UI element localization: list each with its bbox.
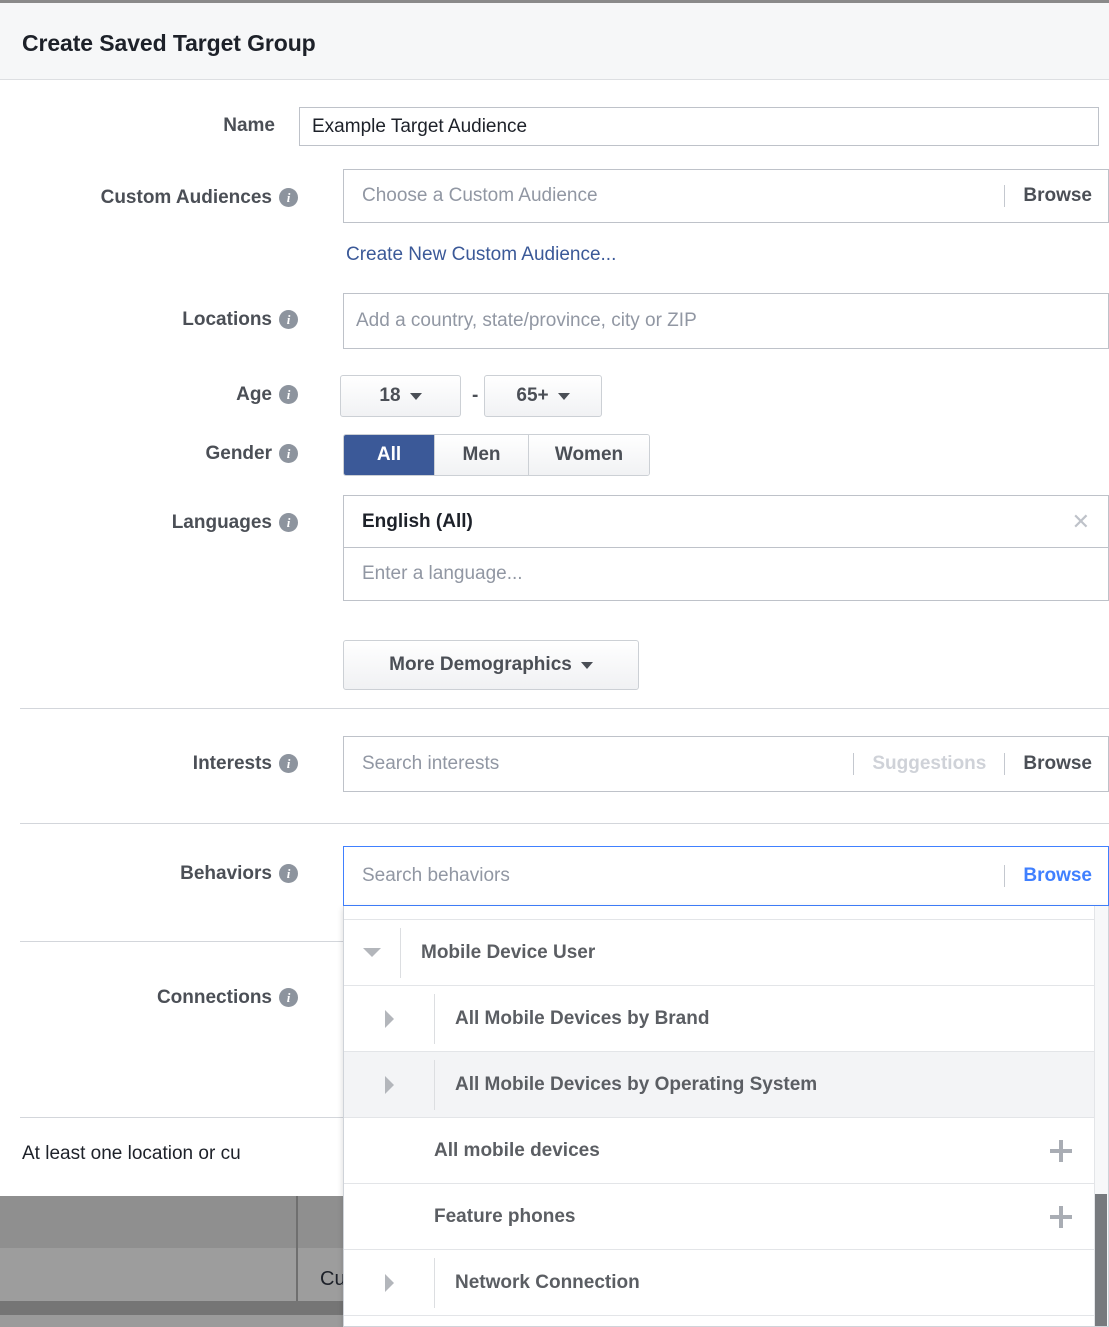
behaviors-placeholder: Search behaviors: [344, 865, 1002, 887]
gender-option-all[interactable]: All: [344, 435, 435, 475]
behaviors-combo[interactable]: Search behaviors Browse: [343, 846, 1109, 906]
name-input[interactable]: [299, 107, 1099, 146]
language-token-english[interactable]: English (All) ✕: [344, 496, 1108, 548]
label-languages-text: Languages: [172, 512, 272, 533]
dropdown-scrollbar[interactable]: [1094, 906, 1108, 1327]
background-partial-text: Cu: [320, 1268, 346, 1291]
dropdown-caret-icon: [697, 887, 719, 898]
dialog-header: Create Saved Target Group: [0, 3, 1109, 80]
interests-combo[interactable]: Search interests Suggestions Browse: [343, 736, 1109, 792]
label-name: Name: [0, 115, 275, 137]
chevron-down-icon: [581, 662, 593, 669]
dropdown-item-label: Network Connection: [435, 1272, 640, 1294]
chevron-down-icon: [410, 393, 422, 400]
create-custom-audience-link[interactable]: Create New Custom Audience...: [346, 244, 616, 266]
background-column-divider: [296, 1196, 298, 1301]
interests-placeholder: Search interests: [344, 753, 851, 775]
gender-segmented-control[interactable]: All Men Women: [343, 434, 650, 476]
section-divider: [20, 823, 1109, 824]
gender-option-men[interactable]: Men: [435, 435, 529, 475]
dropdown-toggle[interactable]: [344, 948, 400, 957]
section-divider: [20, 708, 1109, 709]
chevron-down-icon: [363, 948, 381, 957]
label-locations-text: Locations: [182, 309, 272, 330]
dropdown-item-label: Mobile Device User: [401, 942, 595, 964]
chevron-right-icon: [385, 1274, 394, 1292]
label-connections: Connections i: [0, 987, 298, 1009]
dropdown-toggle[interactable]: [344, 1076, 434, 1094]
dropdown-item[interactable]: All Mobile Devices by Operating System: [344, 1052, 1108, 1118]
divider: [1004, 753, 1005, 775]
gender-option-women[interactable]: Women: [529, 435, 649, 475]
chevron-down-icon: [558, 393, 570, 400]
info-icon-gender[interactable]: i: [279, 444, 298, 463]
validation-note: At least one location or cu: [22, 1143, 241, 1165]
close-icon[interactable]: ✕: [1072, 511, 1090, 533]
more-demographics-label: More Demographics: [389, 654, 572, 676]
language-token-label: English (All): [344, 511, 473, 533]
age-range-separator: -: [472, 385, 478, 407]
divider: [853, 753, 854, 775]
info-icon-interests[interactable]: i: [279, 754, 298, 773]
label-connections-text: Connections: [157, 987, 272, 1008]
info-icon-locations[interactable]: i: [279, 310, 298, 329]
age-min-value: 18: [379, 385, 400, 407]
languages-token-box: English (All) ✕ Enter a language...: [343, 495, 1109, 601]
app-root: Create Saved Target Group Name Custom Au…: [0, 0, 1109, 1327]
label-interests-text: Interests: [193, 753, 272, 774]
languages-input[interactable]: Enter a language...: [344, 548, 1108, 600]
info-icon-connections[interactable]: i: [279, 988, 298, 1007]
age-max-select[interactable]: 65+: [484, 375, 602, 417]
chevron-right-icon: [385, 1010, 394, 1028]
dropdown-item[interactable]: All Mobile Devices by Brand: [344, 986, 1108, 1052]
plus-icon[interactable]: [1050, 1206, 1072, 1228]
dropdown-item-label: All Mobile Devices by Brand: [435, 1008, 709, 1030]
more-demographics-button[interactable]: More Demographics: [343, 640, 639, 690]
label-custom-audiences: Custom Audiences i: [0, 187, 298, 209]
label-gender: Genderi: [0, 443, 298, 465]
chevron-right-icon: [385, 1076, 394, 1094]
custom-audiences-combo[interactable]: Choose a Custom Audience Browse: [343, 169, 1109, 223]
dropdown-item[interactable]: Mobile Device User: [344, 920, 1108, 986]
custom-audiences-browse-button[interactable]: Browse: [1007, 185, 1108, 207]
dropdown-item[interactable]: Network Connection: [344, 1250, 1108, 1316]
page-title: Create Saved Target Group: [22, 30, 316, 57]
interests-browse-button[interactable]: Browse: [1007, 753, 1108, 775]
label-name-text: Name: [223, 115, 275, 136]
divider: [1004, 865, 1005, 887]
info-icon-behaviors[interactable]: i: [279, 864, 298, 883]
locations-input[interactable]: [343, 293, 1109, 349]
plus-icon[interactable]: [1050, 1140, 1072, 1162]
label-custom-audiences-text: Custom Audiences: [101, 187, 272, 208]
label-locations: Locations i: [0, 309, 298, 331]
dropdown-item-label: Feature phones: [434, 1206, 575, 1228]
label-interests: Interests i: [0, 753, 298, 775]
dropdown-item-label: All Mobile Devices by Operating System: [435, 1074, 817, 1096]
dropdown-item-label: All mobile devices: [434, 1140, 600, 1162]
label-behaviors-text: Behaviors: [180, 863, 272, 884]
age-min-select[interactable]: 18: [340, 375, 461, 417]
behaviors-dropdown: Mobile Device User All Mobile Devices by…: [343, 906, 1109, 1327]
label-gender-text: Gender: [205, 443, 272, 464]
label-languages: Languages i: [0, 512, 298, 534]
dropdown-scrollbar-thumb[interactable]: [1095, 1194, 1107, 1327]
dropdown-toggle[interactable]: [344, 1010, 434, 1028]
dropdown-top-spacer: [344, 906, 1108, 920]
dropdown-item[interactable]: Feature phones: [344, 1184, 1108, 1250]
info-icon-custom-audiences[interactable]: i: [279, 188, 298, 207]
divider: [1004, 185, 1005, 207]
info-icon-age[interactable]: i: [279, 385, 298, 404]
label-age: Agei: [0, 384, 298, 406]
interests-suggestions-button[interactable]: Suggestions: [856, 753, 1002, 775]
custom-audiences-placeholder: Choose a Custom Audience: [344, 185, 1002, 207]
dropdown-toggle[interactable]: [344, 1274, 434, 1292]
info-icon-languages[interactable]: i: [279, 513, 298, 532]
age-max-value: 65+: [516, 385, 548, 407]
behaviors-browse-button[interactable]: Browse: [1007, 865, 1108, 887]
label-behaviors: Behaviors i: [0, 863, 298, 885]
label-age-text: Age: [236, 384, 272, 405]
dropdown-item[interactable]: All mobile devices: [344, 1118, 1108, 1184]
